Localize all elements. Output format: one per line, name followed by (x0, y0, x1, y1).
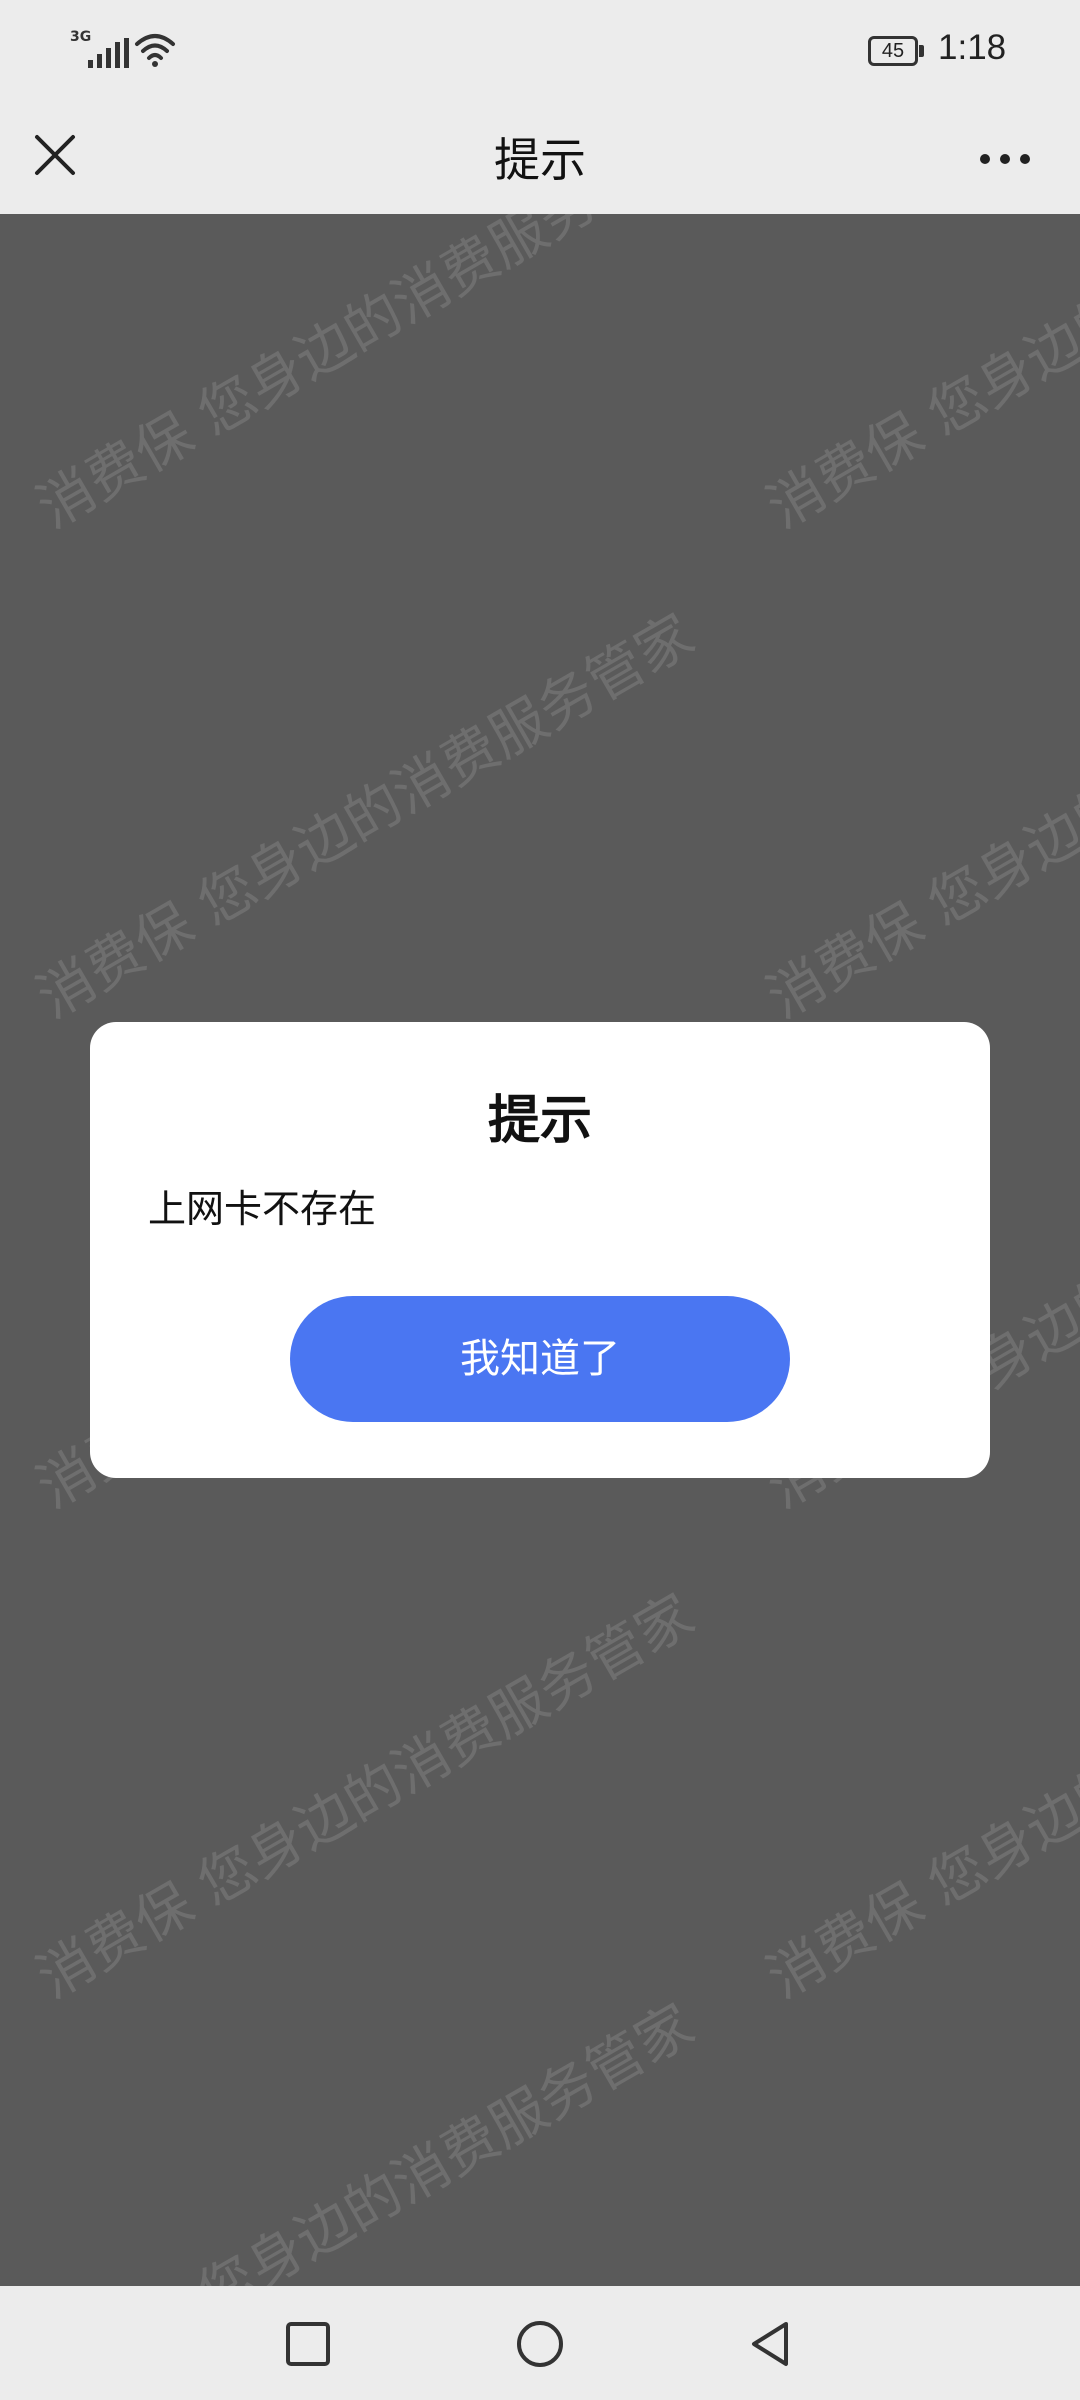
close-icon (35, 135, 75, 175)
battery-indicator: 45 (868, 36, 926, 66)
status-bar: 3G 45 1:18 (0, 0, 1080, 104)
home-button[interactable] (512, 2316, 568, 2372)
cellular-signal-icon (88, 38, 129, 68)
battery-level: 45 (868, 36, 918, 66)
watermark-text: 消费保 您身边的消费服务管家 (756, 214, 1080, 542)
more-icon (980, 154, 1030, 164)
status-time: 1:18 (938, 28, 1007, 67)
watermark-text: 消费保 您身边的消费服务管家 (26, 214, 705, 542)
system-nav-bar (0, 2286, 1080, 2400)
watermark-text: 消费保 您身边的消费服务管家 (26, 1582, 705, 2012)
recent-apps-icon (286, 2322, 330, 2366)
confirm-button[interactable]: 我知道了 (290, 1296, 790, 1422)
alert-dialog: 提示 上网卡不存在 我知道了 (90, 1022, 990, 1478)
watermark-text: 消费保 您身边的消费服务管家 (26, 602, 705, 1032)
home-icon (517, 2321, 563, 2367)
dialog-title: 提示 (487, 1091, 592, 1151)
title-bar: 提示 (0, 104, 1080, 214)
recent-apps-button[interactable] (280, 2316, 336, 2372)
close-button[interactable] (20, 120, 90, 190)
page-title: 提示 (494, 133, 586, 187)
signal-indicator: 3G (70, 30, 175, 70)
watermark-text: 消费保 您身边的消费服务管家 (756, 602, 1080, 1032)
battery-tip (919, 45, 924, 57)
wifi-icon (135, 34, 175, 67)
back-button[interactable] (742, 2316, 798, 2372)
more-button[interactable] (970, 134, 1040, 184)
watermark-text: 消费保 您身边的消费服务管家 (756, 1582, 1080, 2012)
watermark-text: 消费保 您身边的消费服务管家 (26, 1992, 705, 2286)
dialog-message: 上网卡不存在 (148, 1187, 377, 1231)
back-icon (752, 2322, 788, 2366)
